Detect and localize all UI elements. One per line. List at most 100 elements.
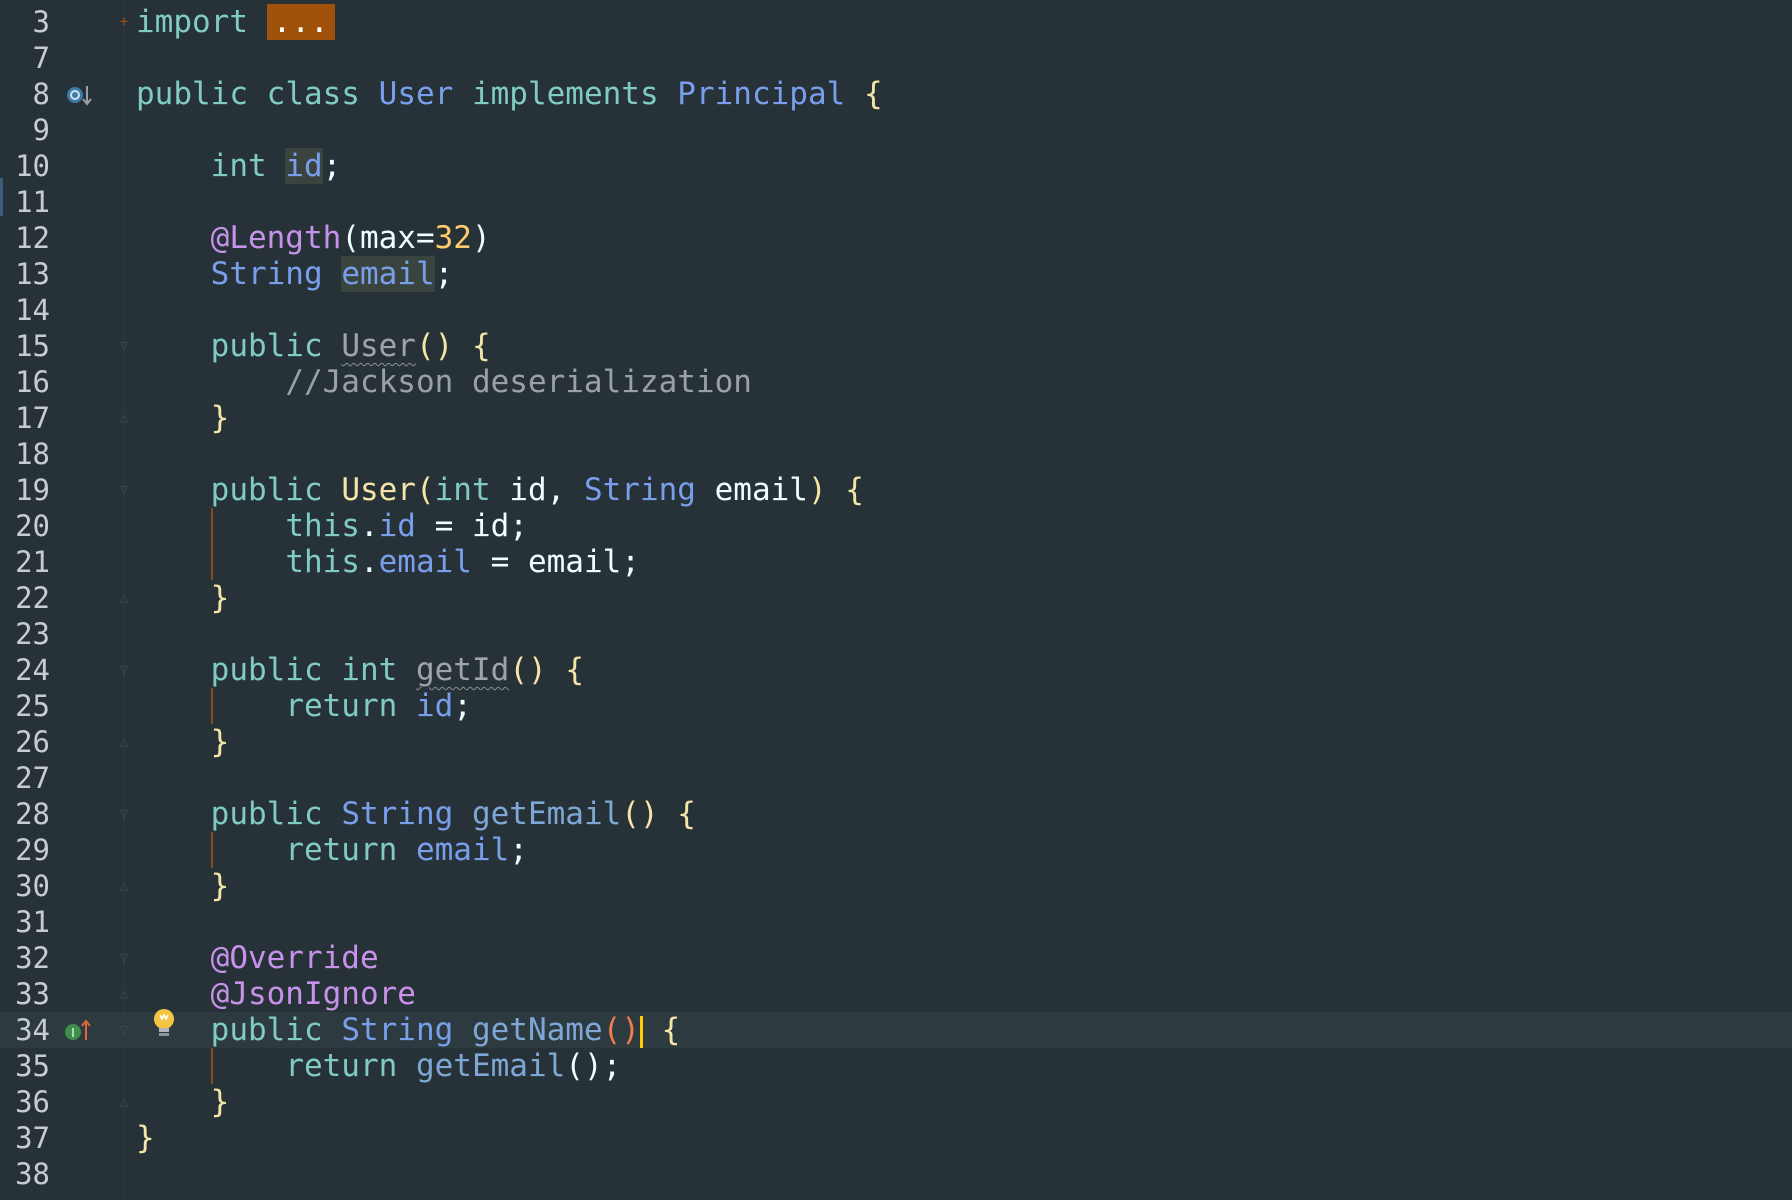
line-number: 36 — [15, 1085, 50, 1119]
code-line[interactable]: 14 — [0, 292, 1792, 328]
parameter: email — [527, 544, 622, 580]
code-line[interactable]: 9 — [0, 112, 1792, 148]
code-line[interactable]: 33 △ @JsonIgnore — [0, 976, 1792, 1012]
type-name: Principal — [677, 76, 846, 112]
punctuation: ; — [621, 544, 640, 580]
fold-collapse-icon[interactable]: ▽ — [116, 806, 132, 822]
code-line[interactable]: 13 String email; — [0, 256, 1792, 292]
line-number: 22 — [15, 581, 50, 615]
line-number: 9 — [32, 113, 50, 147]
line-number: 16 — [15, 365, 50, 399]
code-line[interactable]: 12 @Length(max=32) — [0, 220, 1792, 256]
fold-collapse-icon[interactable]: ▽ — [116, 662, 132, 678]
keyword: import — [136, 4, 248, 40]
code-line[interactable]: 37 } — [0, 1120, 1792, 1156]
code-line[interactable]: 22 △ } — [0, 580, 1792, 616]
fold-end-icon[interactable]: △ — [116, 878, 132, 894]
keyword: return — [285, 832, 398, 868]
line-number: 21 — [15, 545, 50, 579]
code-line[interactable]: 20 this.id = id; — [0, 508, 1792, 544]
fold-collapse-icon[interactable]: ▽ — [116, 482, 132, 498]
line-number: 20 — [15, 509, 50, 543]
code-line[interactable]: 21 this.email = email; — [0, 544, 1792, 580]
line-number: 23 — [15, 617, 50, 651]
fold-collapse-icon[interactable]: ▽ — [116, 1022, 132, 1038]
code-editor[interactable]: 3 + import ... 7 8 public class User imp… — [0, 0, 1792, 1200]
punctuation: () — [509, 652, 547, 688]
code-line[interactable]: 35 return getEmail(); — [0, 1048, 1792, 1084]
fold-end-icon[interactable]: △ — [116, 986, 132, 1002]
line-number: 18 — [15, 437, 50, 471]
code-line[interactable]: 10 int id; — [0, 148, 1792, 184]
code-line-current[interactable]: 34 I ▽ public String getName() { — [0, 1012, 1792, 1048]
line-number: 25 — [15, 689, 50, 723]
code-line[interactable]: 26 △ } — [0, 724, 1792, 760]
method-name: getEmail — [471, 796, 622, 832]
code-line[interactable]: 38 — [0, 1156, 1792, 1192]
keyword: int — [210, 148, 267, 184]
lightbulb-icon[interactable] — [152, 1008, 176, 1040]
code-line[interactable]: 23 — [0, 616, 1792, 652]
code-line[interactable]: 8 public class User implements Principal… — [0, 76, 1792, 112]
line-number: 31 — [15, 905, 50, 939]
brace: } — [136, 1120, 155, 1156]
line-number: 26 — [15, 725, 50, 759]
method-name: getName — [471, 1012, 603, 1048]
keyword: int — [341, 652, 398, 688]
fold-collapse-icon[interactable]: ▽ — [116, 338, 132, 354]
line-number: 35 — [15, 1049, 50, 1083]
code-line[interactable]: 32 ▽ @Override — [0, 940, 1792, 976]
fold-end-icon[interactable]: △ — [116, 734, 132, 750]
indent-guide — [211, 1048, 213, 1084]
line-number: 11 — [15, 185, 50, 219]
code-line[interactable]: 7 — [0, 40, 1792, 76]
code-line[interactable]: 19 ▽ public User(int id, String email) { — [0, 472, 1792, 508]
fold-end-icon[interactable]: △ — [116, 1094, 132, 1110]
code-line[interactable]: 16 //Jackson deserialization — [0, 364, 1792, 400]
fold-end-icon[interactable]: △ — [116, 410, 132, 426]
line-number: 15 — [15, 329, 50, 363]
code-line[interactable]: 17 △ } — [0, 400, 1792, 436]
field-name: id — [285, 148, 323, 184]
implemented-interface-icon[interactable] — [66, 84, 92, 111]
code-line[interactable]: 24 ▽ public int getId() { — [0, 652, 1792, 688]
punctuation: ) — [471, 220, 491, 256]
brace: } — [210, 1084, 230, 1120]
punctuation: () — [415, 328, 454, 364]
code-line[interactable]: 31 — [0, 904, 1792, 940]
code-line[interactable]: 25 return id; — [0, 688, 1792, 724]
fold-collapse-icon[interactable]: ▽ — [116, 950, 132, 966]
constructor-name: User — [341, 328, 416, 364]
overrides-method-icon[interactable]: I — [64, 1018, 92, 1047]
fold-end-icon[interactable]: △ — [116, 590, 132, 606]
line-number: 14 — [15, 293, 50, 327]
indent-guide — [211, 688, 213, 724]
code-line[interactable]: 27 — [0, 760, 1792, 796]
folded-imports[interactable]: ... — [266, 4, 335, 40]
code-line[interactable]: 30 △ } — [0, 868, 1792, 904]
code-line[interactable]: 3 + import ... — [0, 4, 1792, 40]
type-name: String — [583, 472, 696, 508]
punctuation: . — [359, 544, 379, 580]
brace: } — [210, 724, 230, 760]
type-name: String — [341, 1012, 454, 1048]
code-line[interactable]: 28 ▽ public String getEmail() { — [0, 796, 1792, 832]
keyword: public — [210, 472, 323, 508]
fold-expand-icon[interactable]: + — [116, 14, 132, 30]
brace: { — [677, 796, 696, 832]
annotation: @Length — [210, 220, 342, 256]
class-name: User — [378, 76, 454, 112]
line-number: 27 — [15, 761, 50, 795]
code-line[interactable]: 36 △ } — [0, 1084, 1792, 1120]
keyword: implements — [471, 76, 659, 112]
brace: } — [210, 868, 230, 904]
punctuation: ; — [322, 148, 342, 184]
code-line[interactable]: 18 — [0, 436, 1792, 472]
parameter: id — [509, 472, 547, 508]
punctuation: ; — [509, 832, 528, 868]
code-line[interactable]: 29 return email; — [0, 832, 1792, 868]
code-line[interactable]: 11 — [0, 184, 1792, 220]
parameter: id — [471, 508, 510, 544]
code-line[interactable]: 15 ▽ public User() { — [0, 328, 1792, 364]
annotation: @JsonIgnore — [210, 976, 416, 1012]
